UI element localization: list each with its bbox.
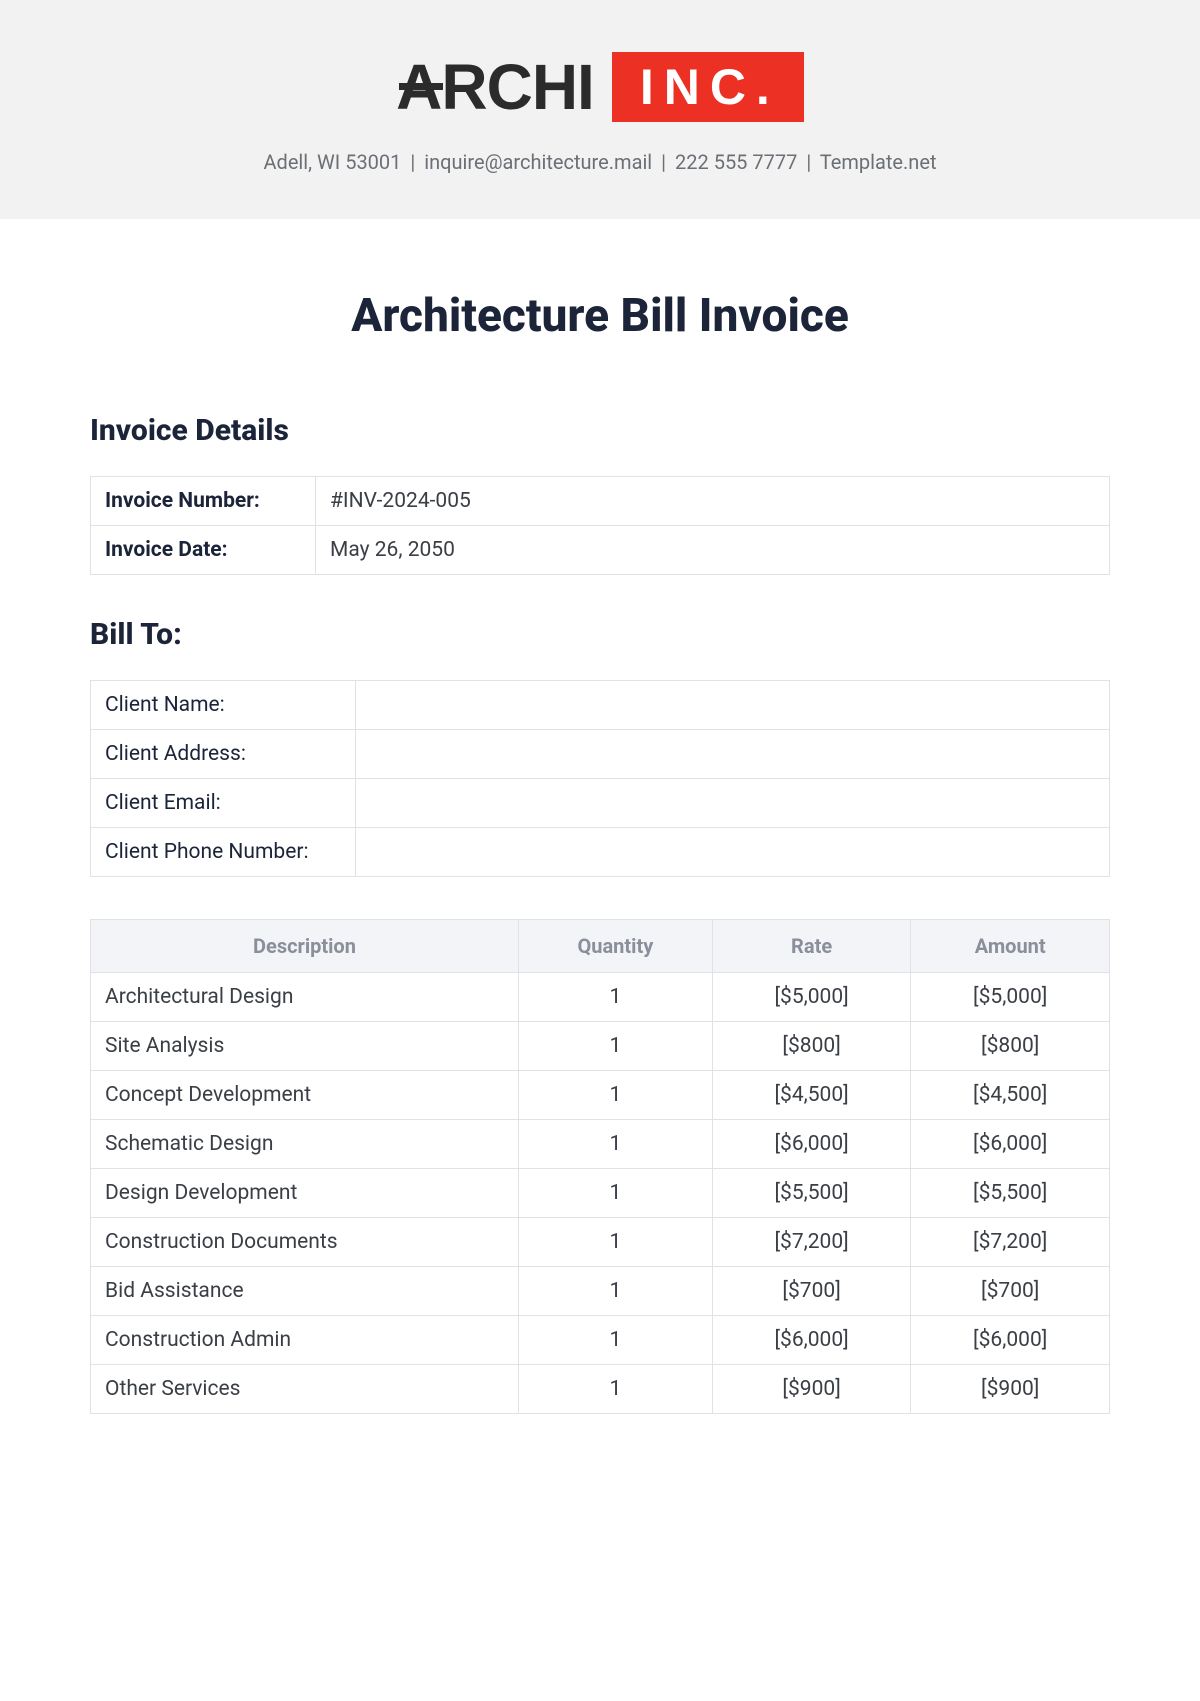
item-quantity: 1 [518,1071,712,1120]
item-description: Schematic Design [91,1120,519,1169]
logo-archi-text: ARCHI [396,50,594,124]
item-amount: [$900] [911,1365,1110,1414]
bill-to-field-label: Client Email: [91,779,356,828]
invoice-number-label: Invoice Number: [91,477,316,526]
table-row: Bid Assistance1[$700][$700] [91,1267,1110,1316]
item-amount: [$700] [911,1267,1110,1316]
logo: ARCHI INC. [396,50,804,124]
table-header-row: Description Quantity Rate Amount [91,920,1110,973]
separator: | [661,150,666,174]
col-quantity: Quantity [518,920,712,973]
table-row: Schematic Design1[$6,000][$6,000] [91,1120,1110,1169]
item-quantity: 1 [518,1218,712,1267]
item-quantity: 1 [518,1365,712,1414]
contact-address: Adell, WI 53001 [264,150,402,174]
item-quantity: 1 [518,1120,712,1169]
contact-email: inquire@architecture.mail [424,150,652,174]
item-amount: [$5,500] [911,1169,1110,1218]
invoice-number-value: #INV-2024-005 [316,477,1110,526]
invoice-date-label: Invoice Date: [91,526,316,575]
line-items-table: Description Quantity Rate Amount Archite… [90,919,1110,1414]
item-quantity: 1 [518,1022,712,1071]
item-amount: [$6,000] [911,1316,1110,1365]
item-amount: [$5,000] [911,973,1110,1022]
item-rate: [$4,500] [712,1071,911,1120]
table-row: Construction Admin1[$6,000][$6,000] [91,1316,1110,1365]
table-row: Site Analysis1[$800][$800] [91,1022,1110,1071]
item-description: Design Development [91,1169,519,1218]
table-row: Client Phone Number: [91,828,1110,877]
item-description: Other Services [91,1365,519,1414]
item-rate: [$800] [712,1022,911,1071]
item-rate: [$7,200] [712,1218,911,1267]
item-rate: [$6,000] [712,1120,911,1169]
item-description: Construction Admin [91,1316,519,1365]
bill-to-field-label: Client Phone Number: [91,828,356,877]
item-amount: [$6,000] [911,1120,1110,1169]
table-row: Client Name: [91,681,1110,730]
page-title: Architecture Bill Invoice [90,289,1110,343]
bill-to-field-label: Client Name: [91,681,356,730]
header-band: ARCHI INC. Adell, WI 53001 | inquire@arc… [0,0,1200,219]
item-quantity: 1 [518,973,712,1022]
bill-to-heading: Bill To: [90,617,1110,652]
table-row: Construction Documents1[$7,200][$7,200] [91,1218,1110,1267]
bill-to-field-label: Client Address: [91,730,356,779]
item-rate: [$6,000] [712,1316,911,1365]
item-rate: [$700] [712,1267,911,1316]
table-row: Design Development1[$5,500][$5,500] [91,1169,1110,1218]
bill-to-field-value[interactable] [356,779,1110,828]
col-rate: Rate [712,920,911,973]
invoice-details-table: Invoice Number: #INV-2024-005 Invoice Da… [90,476,1110,575]
bill-to-field-value[interactable] [356,681,1110,730]
invoice-details-heading: Invoice Details [90,413,1110,448]
item-amount: [$7,200] [911,1218,1110,1267]
bill-to-field-value[interactable] [356,730,1110,779]
item-description: Bid Assistance [91,1267,519,1316]
item-description: Construction Documents [91,1218,519,1267]
contact-site: Template.net [820,150,937,174]
bill-to-table: Client Name:Client Address:Client Email:… [90,680,1110,877]
item-amount: [$800] [911,1022,1110,1071]
contact-phone: 222 555 7777 [675,150,797,174]
item-rate: [$5,500] [712,1169,911,1218]
item-quantity: 1 [518,1267,712,1316]
content-area: Architecture Bill Invoice Invoice Detail… [0,219,1200,1414]
table-row: Other Services1[$900][$900] [91,1365,1110,1414]
item-rate: [$900] [712,1365,911,1414]
item-description: Architectural Design [91,973,519,1022]
item-quantity: 1 [518,1316,712,1365]
item-description: Site Analysis [91,1022,519,1071]
table-row: Client Email: [91,779,1110,828]
item-rate: [$5,000] [712,973,911,1022]
item-description: Concept Development [91,1071,519,1120]
contact-line: Adell, WI 53001 | inquire@architecture.m… [0,150,1200,174]
table-row: Invoice Number: #INV-2024-005 [91,477,1110,526]
table-row: Concept Development1[$4,500][$4,500] [91,1071,1110,1120]
table-row: Architectural Design1[$5,000][$5,000] [91,973,1110,1022]
separator: | [410,150,415,174]
bill-to-field-value[interactable] [356,828,1110,877]
item-quantity: 1 [518,1169,712,1218]
col-amount: Amount [911,920,1110,973]
invoice-date-value: May 26, 2050 [316,526,1110,575]
item-amount: [$4,500] [911,1071,1110,1120]
col-description: Description [91,920,519,973]
logo-inc-badge: INC. [612,52,804,122]
separator: | [806,150,811,174]
table-row: Client Address: [91,730,1110,779]
table-row: Invoice Date: May 26, 2050 [91,526,1110,575]
